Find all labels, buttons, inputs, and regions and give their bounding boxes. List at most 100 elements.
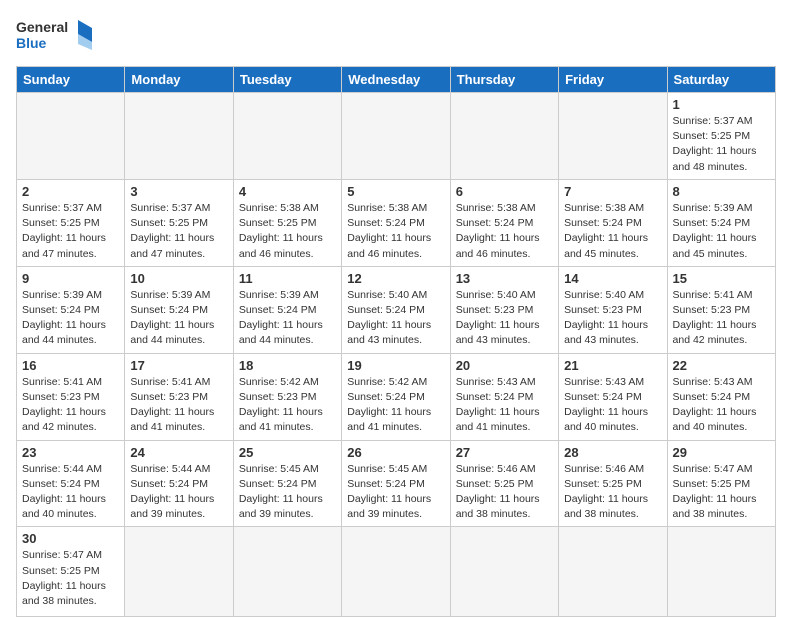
day-info: Sunrise: 5:47 AM Sunset: 5:25 PM Dayligh… [22,548,119,609]
day-number: 16 [22,358,119,373]
day-of-week-header: Sunday [17,67,125,93]
calendar-cell: 30 Sunrise: 5:47 AM Sunset: 5:25 PM Dayli… [17,527,125,617]
day-of-week-header: Tuesday [233,67,341,93]
calendar-cell: 22Sunrise: 5:43 AM Sunset: 5:24 PM Dayli… [667,353,775,440]
svg-text:Blue: Blue [16,35,47,51]
calendar-cell: 1 Sunrise: 5:37 AM Sunset: 5:25 PM Daylig… [667,93,775,180]
calendar-cell: 23Sunrise: 5:44 AM Sunset: 5:24 PM Dayli… [17,440,125,527]
day-of-week-header: Friday [559,67,667,93]
day-info: Sunrise: 5:47 AM Sunset: 5:25 PM Dayligh… [673,462,770,523]
day-info: Sunrise: 5:38 AM Sunset: 5:24 PM Dayligh… [347,201,444,262]
calendar-week-row: 23Sunrise: 5:44 AM Sunset: 5:24 PM Dayli… [17,440,776,527]
day-info: Sunrise: 5:45 AM Sunset: 5:24 PM Dayligh… [239,462,336,523]
calendar-cell [667,527,775,617]
day-info: Sunrise: 5:38 AM Sunset: 5:24 PM Dayligh… [456,201,553,262]
calendar-cell [17,93,125,180]
calendar-cell: 11 Sunrise: 5:39 AM Sunset: 5:24 PM Dayli… [233,266,341,353]
day-number: 6 [456,184,553,199]
day-number: 22 [673,358,770,373]
day-number: 5 [347,184,444,199]
day-info: Sunrise: 5:45 AM Sunset: 5:24 PM Dayligh… [347,462,444,523]
day-number: 30 [22,531,119,546]
day-of-week-header: Wednesday [342,67,450,93]
day-info: Sunrise: 5:37 AM Sunset: 5:25 PM Dayligh… [130,201,227,262]
day-info: Sunrise: 5:46 AM Sunset: 5:25 PM Dayligh… [456,462,553,523]
calendar-cell [450,93,558,180]
calendar-cell: 28 Sunrise: 5:46 AM Sunset: 5:25 PM Dayli… [559,440,667,527]
calendar-week-row: 30 Sunrise: 5:47 AM Sunset: 5:25 PM Dayli… [17,527,776,617]
calendar-cell: 16 Sunrise: 5:41 AM Sunset: 5:23 PM Dayli… [17,353,125,440]
calendar-cell [125,527,233,617]
day-number: 3 [130,184,227,199]
day-number: 26 [347,445,444,460]
day-info: Sunrise: 5:41 AM Sunset: 5:23 PM Dayligh… [22,375,119,436]
day-number: 12 [347,271,444,286]
calendar-cell: 18Sunrise: 5:42 AM Sunset: 5:23 PM Dayli… [233,353,341,440]
calendar-cell: 13Sunrise: 5:40 AM Sunset: 5:23 PM Dayli… [450,266,558,353]
calendar-cell: 12Sunrise: 5:40 AM Sunset: 5:24 PM Dayli… [342,266,450,353]
day-number: 25 [239,445,336,460]
day-number: 29 [673,445,770,460]
day-number: 13 [456,271,553,286]
calendar-cell: 8 Sunrise: 5:39 AM Sunset: 5:24 PM Daylig… [667,179,775,266]
calendar-header-row: SundayMondayTuesdayWednesdayThursdayFrid… [17,67,776,93]
day-number: 19 [347,358,444,373]
calendar-cell: 9 Sunrise: 5:39 AM Sunset: 5:24 PM Daylig… [17,266,125,353]
calendar-week-row: 1 Sunrise: 5:37 AM Sunset: 5:25 PM Daylig… [17,93,776,180]
day-info: Sunrise: 5:44 AM Sunset: 5:24 PM Dayligh… [22,462,119,523]
calendar-cell [559,527,667,617]
day-info: Sunrise: 5:41 AM Sunset: 5:23 PM Dayligh… [130,375,227,436]
svg-text:General: General [16,19,68,35]
day-number: 15 [673,271,770,286]
day-info: Sunrise: 5:41 AM Sunset: 5:23 PM Dayligh… [673,288,770,349]
day-info: Sunrise: 5:40 AM Sunset: 5:23 PM Dayligh… [564,288,661,349]
calendar-cell: 21Sunrise: 5:43 AM Sunset: 5:24 PM Dayli… [559,353,667,440]
day-info: Sunrise: 5:39 AM Sunset: 5:24 PM Dayligh… [239,288,336,349]
day-info: Sunrise: 5:39 AM Sunset: 5:24 PM Dayligh… [673,201,770,262]
day-number: 10 [130,271,227,286]
calendar-cell [233,93,341,180]
calendar-cell: 25 Sunrise: 5:45 AM Sunset: 5:24 PM Dayli… [233,440,341,527]
calendar-cell: 10 Sunrise: 5:39 AM Sunset: 5:24 PM Dayli… [125,266,233,353]
calendar-cell [125,93,233,180]
day-number: 7 [564,184,661,199]
day-number: 20 [456,358,553,373]
day-number: 9 [22,271,119,286]
page-header: General Blue [16,16,776,58]
calendar-cell: 2 Sunrise: 5:37 AM Sunset: 5:25 PM Daylig… [17,179,125,266]
day-number: 24 [130,445,227,460]
day-of-week-header: Monday [125,67,233,93]
calendar-body: 1 Sunrise: 5:37 AM Sunset: 5:25 PM Daylig… [17,93,776,617]
day-number: 1 [673,97,770,112]
calendar-cell: 27 Sunrise: 5:46 AM Sunset: 5:25 PM Dayli… [450,440,558,527]
day-info: Sunrise: 5:37 AM Sunset: 5:25 PM Dayligh… [22,201,119,262]
calendar-cell: 14 Sunrise: 5:40 AM Sunset: 5:23 PM Dayli… [559,266,667,353]
calendar-week-row: 2 Sunrise: 5:37 AM Sunset: 5:25 PM Daylig… [17,179,776,266]
calendar-cell: 3 Sunrise: 5:37 AM Sunset: 5:25 PM Daylig… [125,179,233,266]
day-info: Sunrise: 5:43 AM Sunset: 5:24 PM Dayligh… [456,375,553,436]
calendar-cell: 29 Sunrise: 5:47 AM Sunset: 5:25 PM Dayli… [667,440,775,527]
calendar-cell: 7Sunrise: 5:38 AM Sunset: 5:24 PM Daylig… [559,179,667,266]
calendar-cell: 4Sunrise: 5:38 AM Sunset: 5:25 PM Daylig… [233,179,341,266]
day-info: Sunrise: 5:42 AM Sunset: 5:24 PM Dayligh… [347,375,444,436]
day-info: Sunrise: 5:44 AM Sunset: 5:24 PM Dayligh… [130,462,227,523]
calendar-cell [342,93,450,180]
day-number: 4 [239,184,336,199]
day-number: 14 [564,271,661,286]
day-number: 28 [564,445,661,460]
day-info: Sunrise: 5:39 AM Sunset: 5:24 PM Dayligh… [22,288,119,349]
day-of-week-header: Thursday [450,67,558,93]
day-number: 27 [456,445,553,460]
day-info: Sunrise: 5:46 AM Sunset: 5:25 PM Dayligh… [564,462,661,523]
day-number: 18 [239,358,336,373]
day-of-week-header: Saturday [667,67,775,93]
day-info: Sunrise: 5:39 AM Sunset: 5:24 PM Dayligh… [130,288,227,349]
calendar-cell [342,527,450,617]
day-number: 11 [239,271,336,286]
day-number: 8 [673,184,770,199]
day-info: Sunrise: 5:37 AM Sunset: 5:25 PM Dayligh… [673,114,770,175]
calendar-cell [559,93,667,180]
calendar-table: SundayMondayTuesdayWednesdayThursdayFrid… [16,66,776,617]
calendar-cell [233,527,341,617]
day-number: 2 [22,184,119,199]
